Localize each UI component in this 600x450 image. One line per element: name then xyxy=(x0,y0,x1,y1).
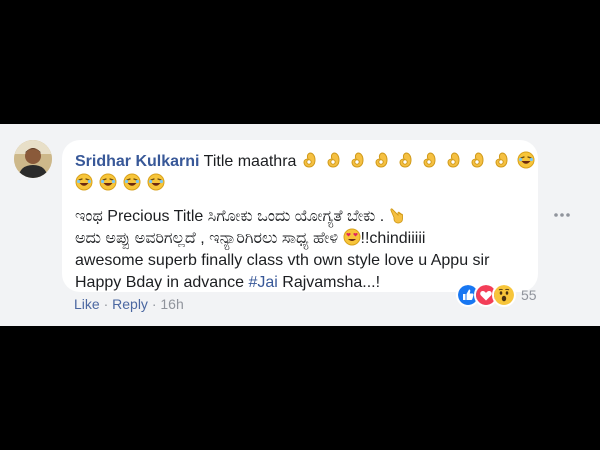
reactions-summary[interactable]: 55 xyxy=(456,283,537,307)
laughing-emoji-icon xyxy=(517,151,535,169)
comment-panel: Sridhar Kulkarni Title maathra ಇಂಥ Preci… xyxy=(0,124,600,326)
avatar[interactable] xyxy=(14,140,52,178)
comment-bubble: Sridhar Kulkarni Title maathra ಇಂಥ Preci… xyxy=(62,140,538,292)
comment-text: Happy Bday in advance xyxy=(75,274,249,291)
hashtag-link[interactable]: #Jai xyxy=(248,274,277,291)
comment-text: ಇಂಥ Precious Title ಸಿಗೋಕು ಒಂದು ಯೋಗ್ಯತೆ ಬ… xyxy=(75,208,385,225)
laughing-emoji-icon xyxy=(147,173,165,191)
wow-reaction-icon xyxy=(492,283,516,307)
comment-text: awesome superb finally class vth own sty… xyxy=(75,252,490,269)
ok-hand-emoji-icon xyxy=(303,152,316,168)
emoji-group xyxy=(301,151,535,170)
emoji-group xyxy=(75,173,165,192)
comment-text: !!chindiiiii xyxy=(360,230,426,247)
ok-hand-emoji-icon xyxy=(327,152,340,168)
reaction-count: 55 xyxy=(521,287,537,303)
comment-text: ಅದು ಅಪ್ಪು ಅವರಿಗಲ್ಲದೆ , ಇನ್ಯಾರಿಗಿರಲು ಸಾಧ್… xyxy=(75,230,339,247)
laughing-emoji-icon xyxy=(75,173,93,191)
comment-line-1: Sridhar Kulkarni Title maathra xyxy=(75,151,535,173)
comment-line-3: ಇಂಥ Precious Title ಸಿಗೋಕು ಒಂದು ಯೋಗ್ಯತೆ ಬ… xyxy=(75,206,526,228)
ok-hand-emoji-icon xyxy=(423,152,436,168)
ok-hand-emoji-icon xyxy=(447,152,460,168)
comment-text: Rajvamsha...! xyxy=(277,274,381,291)
comment-author[interactable]: Sridhar Kulkarni xyxy=(75,153,199,170)
ok-hand-emoji-icon xyxy=(471,152,484,168)
ok-hand-emoji-icon xyxy=(375,152,388,168)
laughing-emoji-icon xyxy=(123,173,141,191)
reply-link[interactable]: Reply xyxy=(112,296,148,312)
separator: · xyxy=(147,296,161,312)
comment-actions: Like · Reply · 16h xyxy=(74,295,184,313)
ok-hand-emoji-icon xyxy=(399,152,412,168)
comment-timestamp[interactable]: 16h xyxy=(160,296,183,312)
comment-line-5: awesome superb finally class vth own sty… xyxy=(75,250,526,272)
comment-text: Title maathra xyxy=(203,153,297,170)
comment-line-4: ಅದು ಅಪ್ಪು ಅವರಿಗಲ್ಲದೆ , ಇನ್ಯಾರಿಗಿರಲು ಸಾಧ್… xyxy=(75,228,526,250)
more-options-icon[interactable] xyxy=(553,212,571,218)
ok-hand-emoji-icon xyxy=(351,152,364,168)
like-link[interactable]: Like xyxy=(74,296,100,312)
pointing-up-left-emoji-icon xyxy=(390,208,403,224)
ok-hand-emoji-icon xyxy=(495,152,508,168)
separator: · xyxy=(99,296,113,312)
comment-line-2 xyxy=(75,173,526,195)
laughing-emoji-icon xyxy=(99,173,117,191)
heart-eyes-emoji-icon xyxy=(343,228,361,246)
